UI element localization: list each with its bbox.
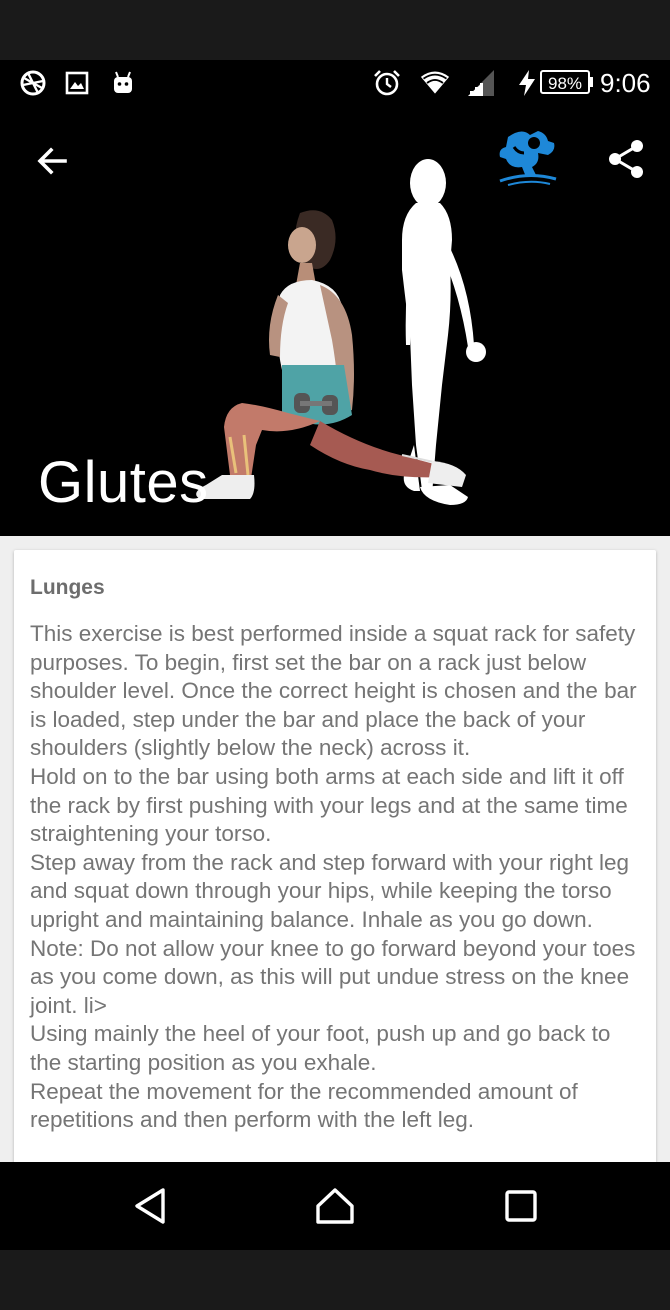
share-button[interactable] (600, 133, 652, 185)
exercise-card: Lunges This exercise is best performed i… (14, 550, 656, 1162)
description-paragraph: Using mainly the heel of your foot, push… (30, 1021, 611, 1075)
screen-bottom-bezel (0, 1250, 670, 1310)
status-bar: 98% 9:06 (0, 60, 670, 105)
nav-home-button[interactable] (305, 1176, 365, 1236)
nav-back-button[interactable] (120, 1176, 180, 1236)
battery-icon (589, 77, 593, 87)
fitness-logo-icon[interactable] (494, 123, 560, 189)
arrow-back-icon (37, 147, 67, 175)
nav-back-icon (135, 1188, 165, 1224)
description-paragraph: Hold on to the bar using both arms at ea… (30, 763, 628, 847)
status-clock: 9:06 (600, 68, 651, 98)
android-notification-icon (108, 68, 138, 98)
vpn-key-icon (18, 68, 48, 98)
battery-level: 98% (540, 70, 590, 94)
back-button[interactable] (28, 137, 76, 185)
nav-home-icon (316, 1188, 354, 1224)
lunge-exercise-illustration (196, 159, 486, 505)
exercise-description: This exercise is best performed inside a… (30, 620, 646, 1135)
charging-bolt-icon (512, 68, 542, 98)
content-scroll-area[interactable]: Lunges This exercise is best performed i… (0, 536, 670, 1162)
description-paragraph: Step away from the rack and step forward… (30, 849, 636, 1018)
system-nav-bar (0, 1162, 670, 1250)
nav-recents-button[interactable] (491, 1176, 551, 1236)
image-notification-icon (62, 68, 92, 98)
alarm-icon (372, 68, 402, 98)
screen-top-bezel (0, 0, 670, 60)
share-icon (609, 140, 643, 178)
cell-signal-icon (466, 68, 496, 98)
wifi-icon (420, 68, 450, 98)
hero-header: Glutes (0, 105, 670, 536)
nav-recents-icon (505, 1190, 537, 1222)
muscle-group-title: Glutes (38, 450, 209, 515)
description-paragraph: This exercise is best performed inside a… (30, 621, 637, 761)
exercise-name: Lunges (30, 576, 105, 599)
description-paragraph: Repeat the movement for the recommended … (30, 1078, 578, 1133)
